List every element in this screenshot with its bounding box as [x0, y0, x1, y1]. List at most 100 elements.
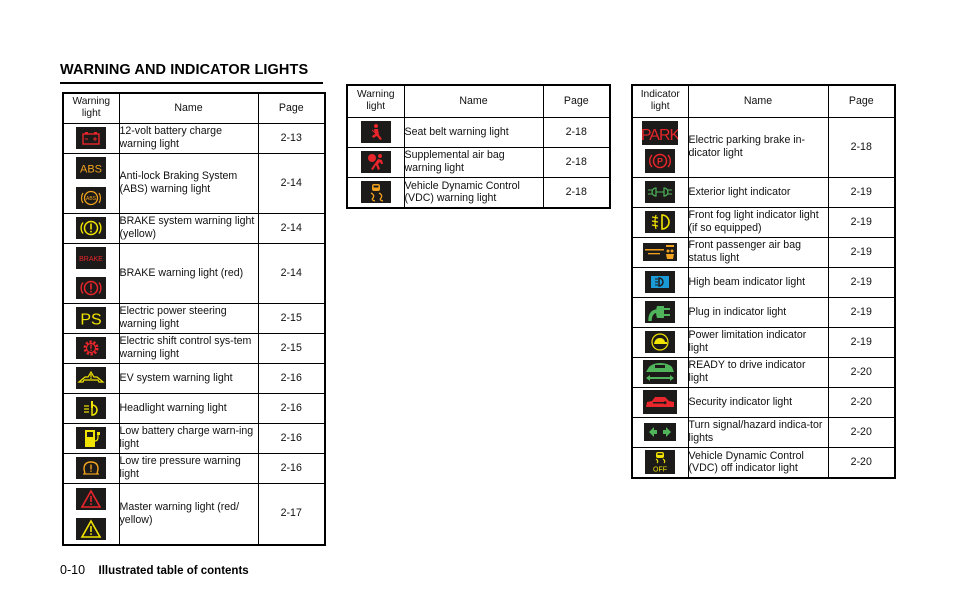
battery-icon [76, 127, 107, 149]
table-header-row: Warning light Name Page [346, 84, 611, 118]
ev-system-icon [76, 367, 107, 389]
page-reference: 2-17 [257, 482, 326, 546]
light-name: Plug in indicator light [687, 296, 829, 328]
column-header-name: Name [687, 84, 829, 118]
table-row: OFF Vehicle Dynamic Control (VDC) off in… [631, 446, 896, 479]
turn-signal-icon [644, 423, 677, 441]
headlight-icon [76, 397, 107, 419]
power-limitation-icon [645, 331, 676, 353]
svg-text:ABS: ABS [86, 196, 97, 202]
table-row: ABS ABS Anti-lock Braking System (ABS) w… [62, 152, 326, 214]
page-reference: 2-16 [257, 422, 326, 454]
table-row: Front passenger air bag status light 2-1… [631, 236, 896, 268]
exterior-light-icon [645, 181, 676, 203]
table-row: Electric shift control sys-tem warning l… [62, 332, 326, 364]
page-reference: 2-20 [827, 356, 896, 388]
page-reference: 2-18 [542, 176, 611, 209]
light-name: 12-volt battery charge warning light [118, 122, 259, 154]
page-footer: 0-10 Illustrated table of contents [60, 563, 249, 577]
page-reference: 2-20 [827, 446, 896, 479]
airbag-icon [360, 151, 391, 173]
column-header-page: Page [542, 84, 611, 118]
table-row: PS Electric power steering warning light… [62, 302, 326, 334]
page-reference: 2-18 [542, 146, 611, 178]
table-row: Supplemental air bag warning light 2-18 [346, 146, 611, 178]
column-header-page: Page [827, 84, 896, 118]
page-reference: 2-13 [257, 122, 326, 154]
vdc-off-icon: OFF [645, 450, 676, 475]
front-fog-icon [645, 211, 676, 233]
brake-circle-red-icon [76, 277, 107, 299]
light-name: Electric power steering warning light [118, 302, 259, 334]
page-reference: 2-15 [257, 302, 326, 334]
page-reference: 2-14 [257, 212, 326, 244]
light-name: Supplemental air bag warning light [403, 146, 544, 178]
light-name: Power limitation indicator light [687, 326, 829, 358]
light-name: Low battery charge warn-ing light [118, 422, 259, 454]
page-reference: 2-18 [542, 116, 611, 148]
column-header-name: Name [403, 84, 544, 118]
table-header-row: Warning light Name Page [62, 92, 326, 124]
page-reference: 2-20 [827, 416, 896, 448]
table-row: Low battery charge warn-ing light 2-16 [62, 422, 326, 454]
table-row: PARK P Electric parking brake in-dicator… [631, 116, 896, 178]
plug-in-icon [645, 301, 676, 323]
brake-text-red-icon: BRAKE [76, 247, 107, 269]
page-reference: 2-16 [257, 392, 326, 424]
page-reference: 2-14 [257, 152, 326, 214]
light-name: Vehicle Dynamic Control (VDC) off indica… [687, 446, 829, 479]
column-header-name: Name [118, 92, 259, 124]
page-reference: 2-15 [257, 332, 326, 364]
page-reference: 2-19 [827, 176, 896, 208]
svg-text:PS: PS [81, 312, 102, 329]
light-name: Exterior light indicator [687, 176, 829, 208]
light-name: Front fog light indicator light (if so e… [687, 206, 829, 238]
light-name: Master warning light (red/ yellow) [118, 482, 259, 546]
shift-gear-icon [76, 337, 107, 359]
light-name: BRAKE system warning light (yellow) [118, 212, 259, 244]
page-reference: 2-14 [257, 242, 326, 304]
light-name: Headlight warning light [118, 392, 259, 424]
table-row: Vehicle Dynamic Control (VDC) warning li… [346, 176, 611, 209]
page-reference: 2-18 [827, 116, 896, 178]
table-row: EV system warning light 2-16 [62, 362, 326, 394]
park-text-icon: PARK [642, 121, 679, 145]
light-name: READY to drive indicator light [687, 356, 829, 388]
abs-circle-icon: ABS [76, 187, 107, 209]
master-warning-red-icon [76, 487, 107, 510]
indicator-lights-table: Indicator light Name Page PARK P Electri… [631, 84, 896, 479]
section-title: Illustrated table of contents [98, 565, 249, 577]
light-name: Low tire pressure warning light [118, 452, 259, 484]
column-header-warning-light: Warning light [62, 92, 120, 124]
light-name: Anti-lock Braking System (ABS) warning l… [118, 152, 259, 214]
table-row: READY to drive indicator light 2-20 [631, 356, 896, 388]
table-row: Master warning light (red/ yellow) 2-17 [62, 482, 326, 546]
table-row: Front fog light indicator light (if so e… [631, 206, 896, 238]
svg-text:P: P [657, 157, 663, 167]
light-name: Front passenger air bag status light [687, 236, 829, 268]
light-name: Electric parking brake in-dicator light [687, 116, 829, 178]
warning-lights-table-2: Warning light Name Page Seat belt warnin… [346, 84, 611, 209]
svg-text:OFF: OFF [653, 467, 667, 474]
table-row: Security indicator light 2-20 [631, 386, 896, 418]
light-name: High beam indicator light [687, 266, 829, 298]
brake-yellow-icon [76, 217, 107, 239]
svg-text:PARK: PARK [642, 127, 678, 144]
table-row: Headlight warning light 2-16 [62, 392, 326, 424]
high-beam-icon [645, 271, 676, 293]
page-title: WARNING AND INDICATOR LIGHTS [60, 62, 309, 78]
page-reference: 2-20 [827, 386, 896, 418]
master-warning-yellow-icon [76, 517, 107, 540]
column-header-page: Page [257, 92, 326, 124]
column-header-indicator-light: Indicator light [631, 84, 689, 118]
table-row: Plug in indicator light 2-19 [631, 296, 896, 328]
warning-lights-table-1: Warning light Name Page 12-volt battery … [62, 92, 326, 546]
table-row: Power limitation indicator light 2-19 [631, 326, 896, 358]
light-name: Vehicle Dynamic Control (VDC) warning li… [403, 176, 544, 209]
abs-text-icon: ABS [76, 157, 107, 179]
table-row: Exterior light indicator 2-19 [631, 176, 896, 208]
page-reference: 2-19 [827, 206, 896, 238]
page-number: 0-10 [60, 563, 86, 577]
tire-pressure-icon [76, 457, 107, 479]
page-reference: 2-19 [827, 266, 896, 298]
